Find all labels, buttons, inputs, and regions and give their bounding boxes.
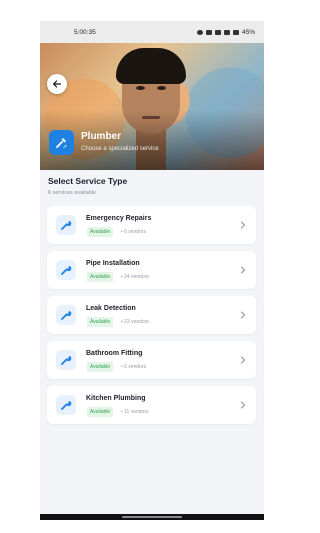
status-badge: Available [87,317,114,327]
wrench-icon [61,221,72,230]
wrench-icon [61,311,72,320]
service-name: Pipe Installation [86,260,140,267]
service-icon-tile [56,395,76,415]
service-icon-tile [56,305,76,325]
plumber-icon [56,138,67,148]
arrow-left-icon [53,80,62,88]
wrench-icon [61,401,72,410]
phone-screen: 5:00:35 45% Plumber Choose a specialized… [40,21,264,520]
battery-level: 45% [241,28,255,36]
service-icon-tile [56,215,76,235]
section-title: Select Service Type [48,176,128,186]
service-name: Leak Detection [86,305,136,312]
network-icon [205,29,212,35]
chevron-right-icon [241,311,245,319]
status-bar: 5:00:35 45% [40,21,264,43]
vendor-count: • 23 vendors [121,319,149,325]
service-icon-tile [56,350,76,370]
service-card-kitchen-plumbing[interactable]: Kitchen Plumbing Available • 11 vendors [47,386,256,424]
service-name: Emergency Repairs [86,215,152,222]
chevron-right-icon [241,356,245,364]
wrench-icon [61,356,72,365]
alarm-icon [196,29,203,35]
vendor-count: • 6 vendors [121,364,147,370]
chevron-right-icon [241,266,245,274]
status-badge: Available [87,227,114,237]
service-card-emergency-repairs[interactable]: Emergency Repairs Available • 6 vendors [47,206,256,244]
status-badge: Available [87,407,114,417]
home-indicator[interactable] [122,516,182,518]
signal-icon [223,29,230,35]
page-title: Plumber [81,131,122,142]
status-time: 5:00:35 [74,28,96,36]
status-badge: Available [87,362,114,372]
vendor-count: • 6 vendors [121,229,147,235]
wifi-icon [214,29,221,35]
back-button[interactable] [47,74,67,94]
status-icons: 45% [196,28,255,36]
service-card-leak-detection[interactable]: Leak Detection Available • 23 vendors [47,296,256,334]
chevron-right-icon [241,401,245,409]
vendor-count: • 11 vendors [121,409,149,415]
chevron-right-icon [241,221,245,229]
battery-icon [232,29,239,35]
wrench-icon [61,266,72,275]
vendor-count: • 24 vendors [121,274,149,280]
status-badge: Available [87,272,114,282]
system-nav-bar [40,514,264,520]
service-name: Bathroom Fitting [86,350,143,357]
page-subtitle: Choose a specialized service [81,146,159,152]
service-icon-tile [56,260,76,280]
category-icon-tile [49,130,74,155]
service-card-bathroom-fitting[interactable]: Bathroom Fitting Available • 6 vendors [47,341,256,379]
service-name: Kitchen Plumbing [86,395,146,402]
header-banner: Plumber Choose a specialized service [40,43,264,170]
service-card-pipe-installation[interactable]: Pipe Installation Available • 24 vendors [47,251,256,289]
service-count: 6 services available [48,190,96,196]
